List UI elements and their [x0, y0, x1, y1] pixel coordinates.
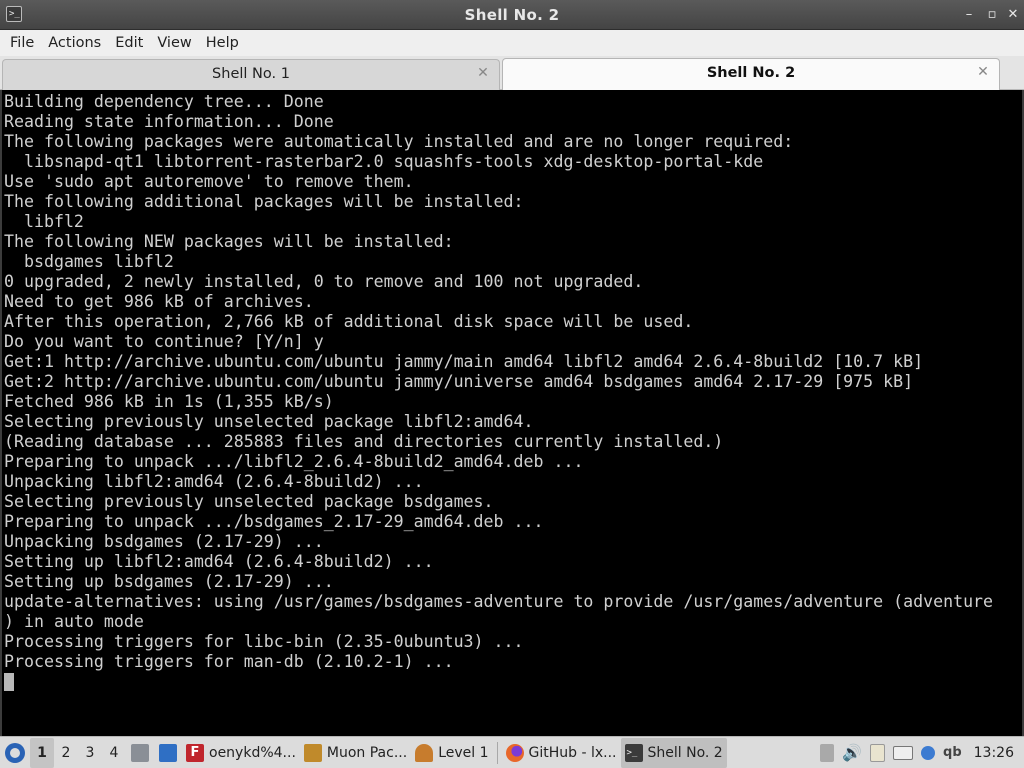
- terminal-line: After this operation, 2,766 kB of additi…: [4, 312, 694, 331]
- file-manager-launcher[interactable]: [126, 738, 154, 768]
- terminal-line: The following NEW packages will be insta…: [4, 232, 454, 251]
- window-titlebar: >_ Shell No. 2 – ▫ ✕: [0, 0, 1024, 30]
- file-manager-icon: [131, 743, 149, 762]
- trash-icon[interactable]: [820, 743, 835, 762]
- terminal-line: Use 'sudo apt autoremove' to remove them…: [4, 172, 414, 191]
- menu-bar: File Actions Edit View Help: [0, 30, 1024, 56]
- taskbar: 1 2 3 4 F oenykd%4... Muon Pac... Level …: [0, 736, 1024, 768]
- terminal-line: Setting up bsdgames (2.17-29) ...: [4, 572, 334, 591]
- terminal-line: Do you want to continue? [Y/n] y: [4, 332, 324, 351]
- tab-shell-1[interactable]: Shell No. 1 ✕: [2, 59, 500, 90]
- clipboard-icon[interactable]: [870, 743, 886, 762]
- terminal-line: libsnapd-qt1 libtorrent-rasterbar2.0 squ…: [4, 152, 764, 171]
- tab-label: Shell No. 2: [706, 65, 796, 81]
- terminal-line: Preparing to unpack .../libfl2_2.6.4-8bu…: [4, 452, 584, 471]
- clock[interactable]: 13:26: [970, 745, 1018, 761]
- close-button[interactable]: ✕: [1004, 6, 1022, 24]
- terminal-line: bsdgames libfl2: [4, 252, 174, 271]
- maximize-button[interactable]: ▫: [983, 6, 1001, 24]
- task-label: Muon Pac...: [326, 744, 408, 761]
- terminal-line: Processing triggers for libc-bin (2.35-0…: [4, 632, 524, 651]
- terminal-line: libfl2: [4, 212, 84, 231]
- terminal-line: Unpacking libfl2:amd64 (2.6.4-8build2) .…: [4, 472, 424, 491]
- terminal-icon: >_: [624, 743, 643, 762]
- terminal-line: (Reading database ... 285883 files and d…: [4, 432, 724, 451]
- terminal-line: ) in auto mode: [4, 612, 144, 631]
- workspace-2[interactable]: 2: [54, 738, 78, 768]
- terminal-line: Selecting previously unselected package …: [4, 412, 534, 431]
- taskbar-separator: [496, 741, 498, 764]
- game-icon: [415, 743, 434, 762]
- task-muon[interactable]: Muon Pac...: [300, 738, 411, 768]
- terminal-line: Unpacking bsdgames (2.17-29) ...: [4, 532, 324, 551]
- show-desktop-launcher[interactable]: [154, 738, 182, 768]
- workspace-1[interactable]: 1: [30, 737, 54, 768]
- tab-shell-2[interactable]: Shell No. 2 ✕: [502, 58, 1000, 90]
- filezilla-icon: F: [186, 743, 204, 762]
- terminal-line: Setting up libfl2:amd64 (2.6.4-8build2) …: [4, 552, 434, 571]
- tab-bar: Shell No. 1 ✕ Shell No. 2 ✕: [0, 56, 1024, 90]
- volume-icon[interactable]: 🔊: [842, 743, 862, 762]
- tab-close-icon[interactable]: ✕: [475, 65, 491, 81]
- task-filezilla[interactable]: F oenykd%4...: [182, 738, 300, 768]
- terminal-area[interactable]: Building dependency tree... Done Reading …: [0, 90, 1024, 736]
- terminal-output: Building dependency tree... Done Reading …: [4, 92, 993, 672]
- system-tray: 🔊 qb 13:26: [820, 738, 1024, 768]
- workspace-3[interactable]: 3: [78, 738, 102, 768]
- task-level-1[interactable]: Level 1: [411, 738, 492, 768]
- terminal-line: Get:2 http://archive.ubuntu.com/ubuntu j…: [4, 372, 914, 391]
- tab-close-icon[interactable]: ✕: [975, 64, 991, 80]
- terminal-line: Selecting previously unselected package …: [4, 492, 494, 511]
- terminal-line: Fetched 986 kB in 1s (1,355 kB/s): [4, 392, 334, 411]
- terminal-line: Reading state information... Done: [4, 112, 334, 131]
- keyboard-icon[interactable]: [893, 745, 914, 760]
- workspace-4[interactable]: 4: [102, 738, 126, 768]
- menu-file[interactable]: File: [3, 35, 41, 51]
- terminal-line: Preparing to unpack .../bsdgames_2.17-29…: [4, 512, 544, 531]
- menu-actions[interactable]: Actions: [41, 35, 108, 51]
- menu-edit[interactable]: Edit: [108, 35, 150, 51]
- minimize-button[interactable]: –: [960, 6, 978, 24]
- qbittorrent-tray-icon[interactable]: qb: [943, 745, 962, 760]
- start-menu-button[interactable]: [0, 738, 30, 768]
- terminal-line: 0 upgraded, 2 newly installed, 0 to remo…: [4, 272, 644, 291]
- terminal-line: Processing triggers for man-db (2.10.2-1…: [4, 652, 454, 671]
- task-label: oenykd%4...: [209, 744, 296, 761]
- terminal-line: Get:1 http://archive.ubuntu.com/ubuntu j…: [4, 352, 924, 371]
- terminal-line: The following packages were automaticall…: [4, 132, 794, 151]
- start-menu-icon: [5, 742, 25, 763]
- terminal-line: update-alternatives: using /usr/games/bs…: [4, 592, 994, 611]
- menu-help[interactable]: Help: [199, 35, 246, 51]
- terminal-line: The following additional packages will b…: [4, 192, 524, 211]
- terminal-line: Building dependency tree... Done: [4, 92, 324, 111]
- task-firefox[interactable]: GitHub - lx...: [502, 738, 621, 768]
- desktop-icon: [159, 743, 177, 762]
- firefox-icon: [505, 743, 524, 762]
- package-manager-icon: [303, 743, 322, 762]
- task-label: GitHub - lx...: [528, 744, 617, 761]
- terminal-cursor: [4, 673, 14, 691]
- task-shell-2[interactable]: >_ Shell No. 2: [620, 737, 727, 768]
- task-label: Shell No. 2: [647, 744, 723, 761]
- tab-label: Shell No. 1: [212, 66, 290, 82]
- menu-view[interactable]: View: [150, 35, 198, 51]
- terminal-line: Need to get 986 kB of archives.: [4, 292, 314, 311]
- task-label: Level 1: [438, 744, 489, 761]
- window-title: Shell No. 2: [464, 6, 560, 24]
- network-icon[interactable]: [921, 745, 936, 760]
